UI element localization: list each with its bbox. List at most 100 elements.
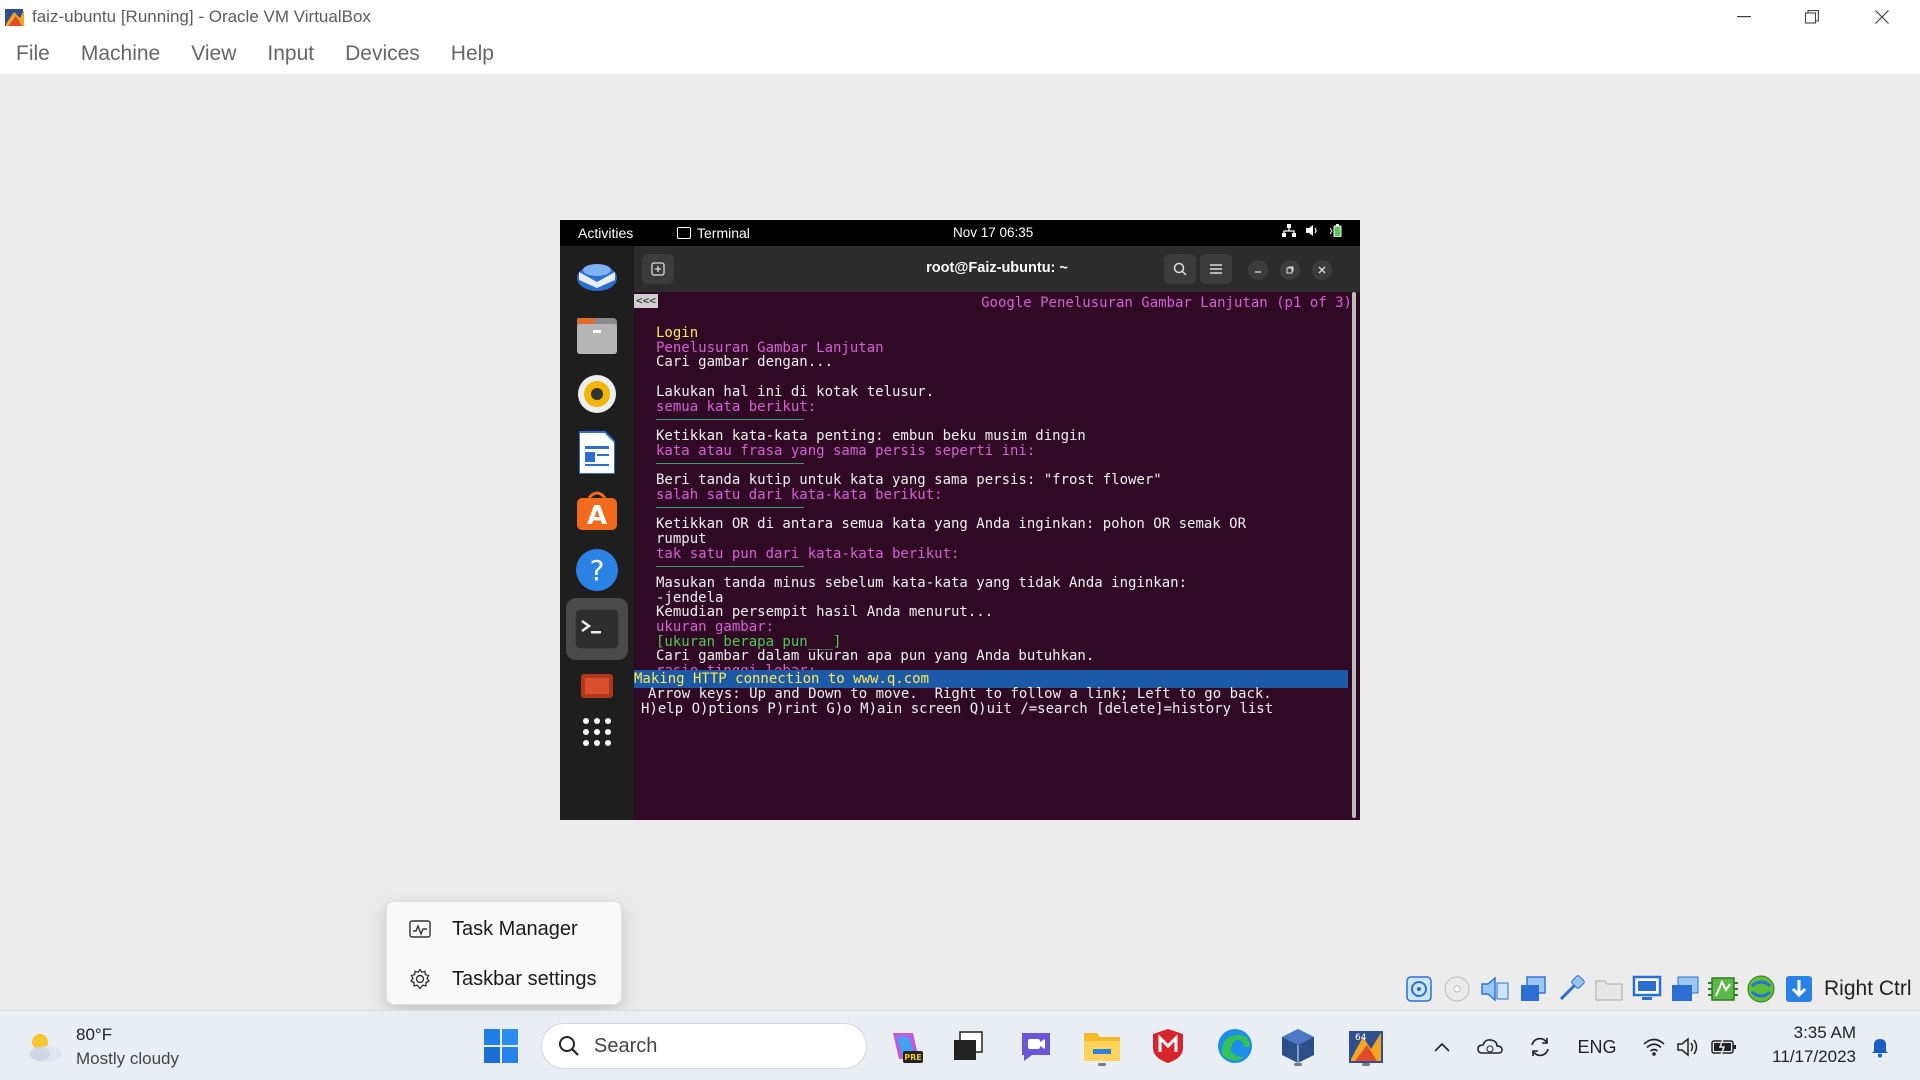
activities-button[interactable]: Activities [578,225,633,241]
svg-text:A: A [587,501,607,531]
text-field-underline[interactable] [656,507,804,508]
chevron-up-icon[interactable] [1428,1033,1456,1061]
taskbar-context-menu: Task Manager Taskbar settings [386,901,622,1005]
menu-view[interactable]: View [179,42,248,66]
virtualbox-icon[interactable]: 64 [1343,1023,1389,1069]
menu-machine[interactable]: Machine [69,42,172,66]
files-icon[interactable] [573,312,621,360]
ubuntu-dock: A ? [560,246,634,820]
terminal-icon[interactable] [566,598,628,660]
cpu-icon[interactable] [1706,973,1739,1006]
window-titlebar: faiz-ubuntu [Running] - Oracle VM Virtua… [0,0,1920,34]
page-header: Google Penelusuran Gambar Lanjutan (p1 o… [981,295,1352,311]
mcafee-icon[interactable] [1145,1023,1191,1069]
clock-time: 3:35 AM [1793,1023,1856,1042]
network-icon[interactable] [1516,973,1549,1006]
vbox-status-bar: Right Ctrl [1402,970,1912,1008]
svg-text:64: 64 [1355,1033,1367,1043]
edge-icon[interactable] [1212,1023,1258,1069]
taskbar-settings-label: Taskbar settings [452,967,597,990]
volume-icon [1306,225,1317,236]
taskbar-clock[interactable]: 3:35 AM 11/17/2023 [1756,1021,1856,1069]
weather-desc: Mostly cloudy [76,1049,179,1068]
close-icon [1318,266,1326,274]
task-view-icon[interactable] [945,1023,991,1069]
taskbar-settings-item[interactable]: Taskbar settings [387,954,623,1004]
terminal-line: semua kata berikut: [656,398,817,415]
battery-icon[interactable] [1710,1033,1738,1061]
text-field-underline[interactable] [656,463,804,464]
sync-icon[interactable] [1526,1033,1554,1061]
vm-display[interactable]: Activities Terminal Nov 17 06:35 A ? roo… [560,220,1360,820]
file-explorer-icon[interactable] [1079,1023,1125,1069]
app-indicator-label: Terminal [697,225,750,241]
clock-date: 11/17/2023 [1772,1047,1856,1066]
app-grid-icon[interactable] [573,708,621,756]
system-menu[interactable] [1282,224,1346,237]
menu-input[interactable]: Input [255,42,326,66]
windows-taskbar: 80°F Mostly cloudy Search PRE 64 ENG 3:3… [0,1010,1920,1080]
weather-temp: 80°F [76,1025,113,1044]
taskbar-search[interactable]: Search [541,1023,867,1069]
terminal-maximize-button[interactable] [1280,260,1300,280]
hard-disk-icon[interactable] [1402,973,1435,1006]
host-key-label: Right Ctrl [1824,977,1912,1000]
terminal-content[interactable]: <<< Google Penelusuran Gambar Lanjutan (… [634,292,1360,820]
speaker-icon[interactable] [1674,1033,1702,1061]
terminal-line: kata atau frasa yang sama persis seperti… [656,442,1036,459]
task-manager-icon [409,920,431,938]
language-indicator[interactable]: ENG [1578,1033,1617,1061]
terminal-scrollbar[interactable] [1352,292,1356,818]
gnome-clock[interactable]: Nov 17 06:35 [953,225,1033,240]
task-manager-label: Task Manager [452,917,578,940]
rhythmbox-icon[interactable] [573,370,621,418]
minimize-button[interactable] [1710,0,1778,34]
notification-bell-icon[interactable] [1866,1033,1894,1061]
running-indicator [1098,1063,1106,1066]
task-manager-item[interactable]: Task Manager [387,904,623,954]
virtualbox-cube-icon[interactable] [1275,1023,1321,1069]
text-field-underline[interactable] [656,566,804,567]
menu-help[interactable]: Help [439,42,506,66]
battery-icon [1330,224,1342,237]
terminal-headerbar: root@Faiz-ubuntu: ~ [634,246,1360,292]
menu-devices[interactable]: Devices [333,42,432,66]
wifi-icon[interactable] [1640,1033,1668,1061]
shared-folder-icon[interactable] [1592,973,1625,1006]
chat-icon[interactable] [1013,1023,1059,1069]
gnome-topbar: Activities Terminal Nov 17 06:35 [560,220,1360,246]
trash-icon[interactable] [573,660,621,708]
running-indicator [1362,1063,1370,1066]
terminal-small-icon [677,227,691,239]
search-placeholder: Search [594,1034,658,1057]
usb-icon[interactable] [1554,973,1587,1006]
help-icon[interactable]: ? [573,546,621,594]
close-button[interactable] [1848,0,1916,34]
onedrive-icon[interactable] [1476,1033,1504,1061]
audio-icon[interactable] [1478,973,1511,1006]
weather-widget[interactable]: 80°F Mostly cloudy [26,1023,179,1071]
restore-icon [1286,266,1294,274]
terminal-menu-button[interactable] [1200,254,1232,284]
start-icon[interactable] [478,1023,524,1069]
software-icon[interactable]: A [573,486,621,534]
terminal-window[interactable]: root@Faiz-ubuntu: ~ <<< Google Penelusur… [634,246,1360,820]
terminal-close-button[interactable] [1312,260,1332,280]
copilot-pre-icon[interactable]: PRE [883,1023,929,1069]
display-icon[interactable] [1630,973,1663,1006]
writer-icon[interactable] [573,428,621,476]
restore-button[interactable] [1778,0,1846,34]
terminal-line: Ketikkan OR di antara semua kata yang An… [656,516,1247,533]
thunderbird-icon[interactable] [573,252,621,300]
guest-additions-icon[interactable] [1744,973,1777,1006]
menubar: File Machine View Input Devices Help [0,34,1920,74]
optical-drive-icon[interactable] [1440,973,1473,1006]
text-field-underline[interactable] [656,419,804,420]
download-icon[interactable] [1782,973,1815,1006]
terminal-search-button[interactable] [1164,254,1196,284]
help-line-2: H)elp O)ptions P)rint G)o M)ain screen Q… [641,701,1274,717]
app-indicator[interactable]: Terminal [677,225,750,241]
recording-icon[interactable] [1668,973,1701,1006]
menu-file[interactable]: File [4,42,62,66]
terminal-minimize-button[interactable] [1248,260,1268,280]
